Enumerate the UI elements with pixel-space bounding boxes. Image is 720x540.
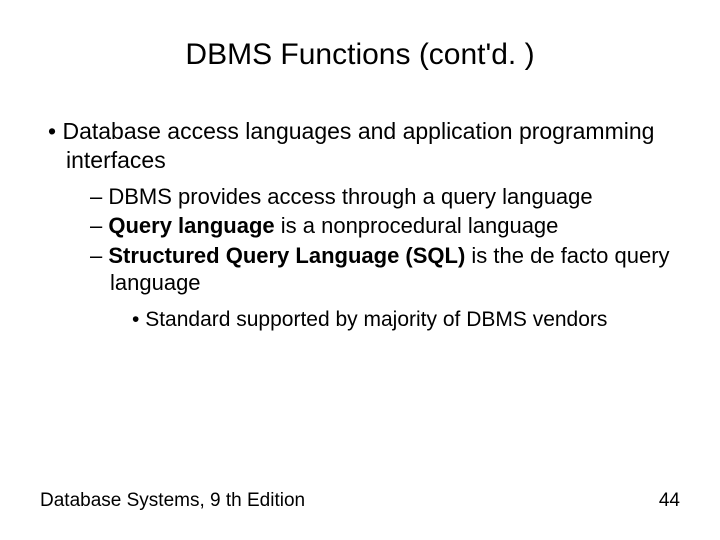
slide-footer: Database Systems, 9 th Edition 44 (40, 490, 680, 512)
bullet-level2: Structured Query Language (SQL) is the d… (40, 242, 680, 297)
slide-body: Database access languages and applicatio… (40, 117, 680, 333)
bullet-level2: Query language is a nonprocedural langua… (40, 212, 680, 240)
bullet-text: DBMS provides access through a query lan… (108, 184, 592, 209)
bullet-bold: Structured Query Language (SQL) (108, 243, 465, 268)
bullet-text: Standard supported by majority of DBMS v… (145, 308, 607, 331)
bullet-text: is a nonprocedural language (275, 213, 559, 238)
bullet-level2: DBMS provides access through a query lan… (40, 183, 680, 211)
bullet-text: Database access languages and applicatio… (62, 118, 654, 173)
footer-left: Database Systems, 9 th Edition (40, 490, 305, 512)
slide-title: DBMS Functions (cont'd. ) (40, 38, 680, 72)
bullet-level1: Database access languages and applicatio… (40, 117, 680, 175)
footer-page-number: 44 (659, 490, 680, 512)
bullet-level3: Standard supported by majority of DBMS v… (40, 307, 680, 333)
bullet-bold: Query language (108, 213, 274, 238)
